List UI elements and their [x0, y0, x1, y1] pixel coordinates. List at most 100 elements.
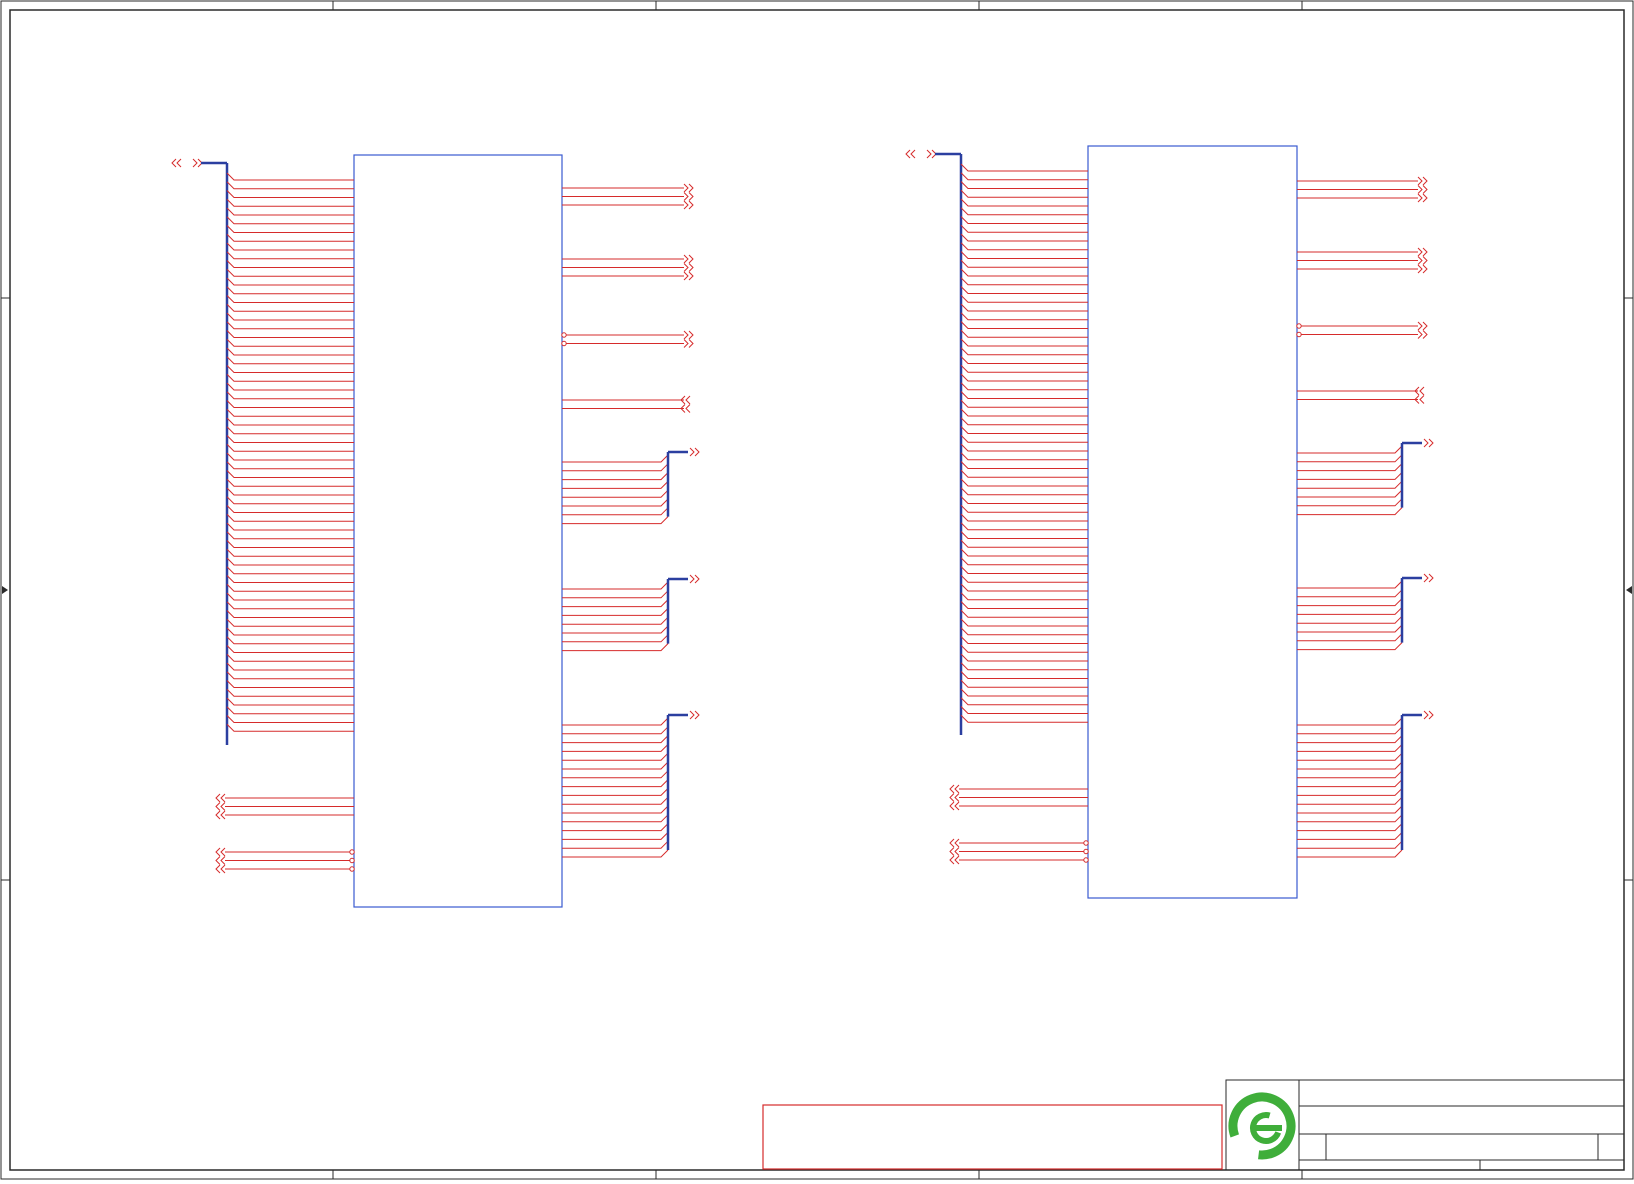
right-bus-pin-wire: [1297, 633, 1403, 642]
left-pin-wire: [960, 399, 1088, 408]
left-pin-wire: [226, 181, 354, 190]
left-pin-wire: [226, 330, 354, 338]
port-arrow: [1417, 247, 1423, 257]
left-pin-wire: [226, 295, 354, 303]
right-bus-pin-wire: [1297, 726, 1403, 735]
port-arrow: [1428, 710, 1434, 720]
left-pin-wire: [226, 312, 354, 321]
left-pin-wire: [226, 303, 354, 312]
left-pin-wire: [960, 697, 1088, 706]
left-pin-wire: [226, 496, 354, 505]
port-arrow: [683, 263, 689, 272]
left-pin-wire: [226, 478, 354, 487]
left-pin-wire: [226, 531, 354, 540]
port-arrow: [954, 801, 960, 811]
port-arrow: [954, 855, 960, 865]
left-pin-wire: [226, 268, 354, 277]
left-pin-wire: [226, 688, 354, 697]
port-arrow: [683, 183, 689, 193]
left-pin-wire: [960, 224, 1088, 233]
right-bus-pin-wire: [1297, 615, 1403, 624]
port-arrow: [1422, 321, 1428, 331]
port-arrow: [1419, 395, 1425, 404]
company-logo: [1228, 1092, 1296, 1160]
left-pin-wire: [226, 373, 354, 382]
left-pin-wire: [960, 609, 1088, 618]
left-pin-wire: [960, 242, 1088, 251]
left-pin-wire: [960, 679, 1088, 688]
left-pin-wire: [226, 671, 354, 680]
port-arrow: [694, 710, 700, 720]
title-block: [1225, 1079, 1625, 1171]
left-pin-wire: [960, 592, 1088, 601]
port-arrow: [176, 158, 182, 168]
right-bus-pin-wire: [1297, 624, 1403, 633]
note-box: [762, 1104, 1223, 1170]
port-arrow: [954, 793, 960, 802]
right-bus-pin-wire: [562, 616, 669, 625]
left-pin-wire: [226, 715, 354, 723]
left-pin-wire: [226, 680, 354, 688]
ic-body: [1087, 145, 1298, 899]
left-pin-wire: [960, 329, 1088, 338]
right-bus-pin-wire: [562, 472, 669, 481]
port-arrow: [689, 574, 695, 584]
right-bus-pin-wire: [1297, 607, 1403, 615]
left-pin-wire: [960, 574, 1088, 583]
left-pin-wire: [960, 189, 1088, 198]
port-arrow: [220, 802, 226, 811]
left-pin-wire: [960, 443, 1088, 452]
left-pin-wire: [960, 636, 1088, 644]
port-arrow: [694, 574, 700, 584]
left-pin-wire: [960, 286, 1088, 294]
left-pin-wire: [960, 522, 1088, 531]
left-pin-wire: [226, 540, 354, 548]
port-arrow: [1417, 185, 1423, 194]
right-bus-pin-wire: [562, 634, 669, 643]
left-pin-wire: [960, 644, 1088, 653]
port-arrow: [1423, 573, 1429, 583]
left-pin-wire: [226, 382, 354, 391]
port-arrow: [1422, 247, 1428, 257]
port-arrow: [1417, 321, 1423, 331]
inversion-bubble: [1296, 323, 1302, 329]
port-arrow: [694, 447, 700, 457]
left-pin-wire: [960, 408, 1088, 417]
left-pin-wire: [960, 469, 1088, 478]
port-arrow: [1417, 256, 1423, 265]
left-pin-wire: [226, 575, 354, 583]
port-arrow: [949, 847, 955, 856]
left-pin-wire: [226, 391, 354, 400]
left-pin-wire: [960, 356, 1088, 364]
left-pin-wire: [226, 225, 354, 233]
port-arrow: [215, 793, 221, 803]
left-pin-wire: [226, 610, 354, 618]
port-arrow: [220, 793, 226, 803]
right-bus-pin-wire: [1297, 832, 1403, 840]
left-pin-wire: [960, 391, 1088, 399]
port-arrow: [1422, 185, 1428, 194]
port-arrow: [220, 847, 226, 857]
left-pin-wire: [960, 259, 1088, 268]
port-arrow: [688, 192, 694, 201]
port-arrow: [685, 404, 691, 413]
right-bus-pin-wire: [1297, 454, 1403, 463]
right-bus-pin-wire: [1297, 805, 1403, 814]
left-pin-wire: [226, 260, 354, 268]
port-arrow: [688, 271, 694, 281]
left-pin-wire: [960, 268, 1088, 277]
left-pin-wire: [960, 548, 1088, 557]
right-bus-pin-wire: [1297, 507, 1403, 516]
left-pin-wire: [960, 172, 1088, 181]
right-bus-pin-wire: [562, 481, 669, 489]
right-bus-pin-wire: [562, 744, 669, 752]
left-pin-wire: [226, 461, 354, 470]
left-pin-wire: [226, 618, 354, 627]
left-pin-wire: [226, 242, 354, 251]
left-pin-wire: [226, 601, 354, 610]
port-arrow: [192, 158, 198, 168]
right-bus-pin-wire: [562, 805, 669, 814]
right-bus-pin-wire: [562, 814, 669, 823]
left-pin-wire: [960, 163, 1088, 172]
sheet-outer-border: [0, 0, 1634, 1180]
